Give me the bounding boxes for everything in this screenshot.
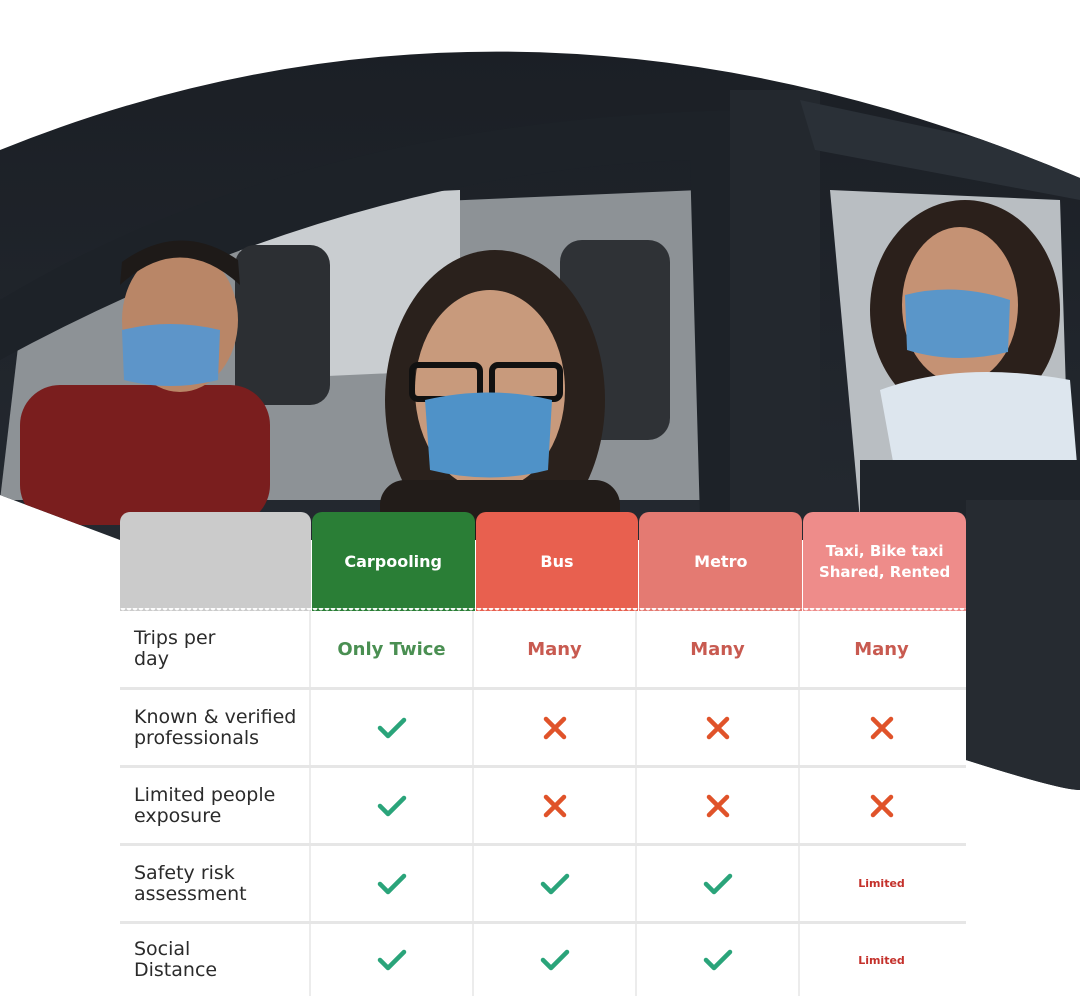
cell xyxy=(474,924,637,996)
check-icon xyxy=(703,872,733,896)
check-icon xyxy=(377,794,407,818)
cross-icon xyxy=(706,716,730,740)
transport-comparison-table: Carpooling Bus Metro Taxi, Bike taxi Sha… xyxy=(120,512,967,996)
check-icon xyxy=(377,948,407,972)
cell xyxy=(311,846,474,921)
table-row: Trips per day Only Twice Many Many Many xyxy=(120,611,966,690)
row-label: Trips per day xyxy=(120,611,311,687)
cell xyxy=(637,690,800,765)
header-bus: Bus xyxy=(475,512,639,614)
cross-icon xyxy=(870,716,894,740)
check-icon xyxy=(377,716,407,740)
cell xyxy=(474,846,637,921)
cell-text: Many xyxy=(637,611,800,687)
cell xyxy=(637,768,800,843)
header-blank xyxy=(120,512,311,614)
trips-value: Many xyxy=(527,638,582,660)
cross-icon xyxy=(870,794,894,818)
trips-value: Many xyxy=(690,638,745,660)
cell xyxy=(311,768,474,843)
cell-text: Limited xyxy=(800,924,963,996)
check-icon xyxy=(377,872,407,896)
cell xyxy=(800,768,963,843)
limited-text: Limited xyxy=(858,953,905,967)
cell xyxy=(474,768,637,843)
cell xyxy=(637,846,800,921)
cell-text: Limited xyxy=(800,846,963,921)
trips-value: Only Twice xyxy=(337,638,446,660)
table-row: Safety risk assessment Limited xyxy=(120,846,966,924)
check-icon xyxy=(540,948,570,972)
cell xyxy=(311,924,474,996)
cell xyxy=(800,690,963,765)
cell xyxy=(474,690,637,765)
cell xyxy=(311,690,474,765)
trips-value: Many xyxy=(854,638,909,660)
table-row: Known & verified professionals xyxy=(120,690,966,768)
row-label: Safety risk assessment xyxy=(120,846,311,921)
table-row: Limited people exposure xyxy=(120,768,966,846)
cell-text: Many xyxy=(800,611,963,687)
table-row: Social Distance Limited xyxy=(120,924,966,996)
cross-icon xyxy=(706,794,730,818)
row-label: Social Distance xyxy=(120,924,311,996)
header-taxi: Taxi, Bike taxi Shared, Rented xyxy=(803,512,967,614)
row-label: Limited people exposure xyxy=(120,768,311,843)
header-metro: Metro xyxy=(639,512,803,614)
cross-icon xyxy=(543,716,567,740)
cell-text: Many xyxy=(474,611,637,687)
row-label: Known & verified professionals xyxy=(120,690,311,765)
check-icon xyxy=(540,872,570,896)
check-icon xyxy=(703,948,733,972)
limited-text: Limited xyxy=(858,877,905,890)
cell xyxy=(637,924,800,996)
table-header-row: Carpooling Bus Metro Taxi, Bike taxi Sha… xyxy=(120,512,967,614)
cell-text: Only Twice xyxy=(311,611,474,687)
cross-icon xyxy=(543,794,567,818)
header-carpooling: Carpooling xyxy=(311,512,475,614)
